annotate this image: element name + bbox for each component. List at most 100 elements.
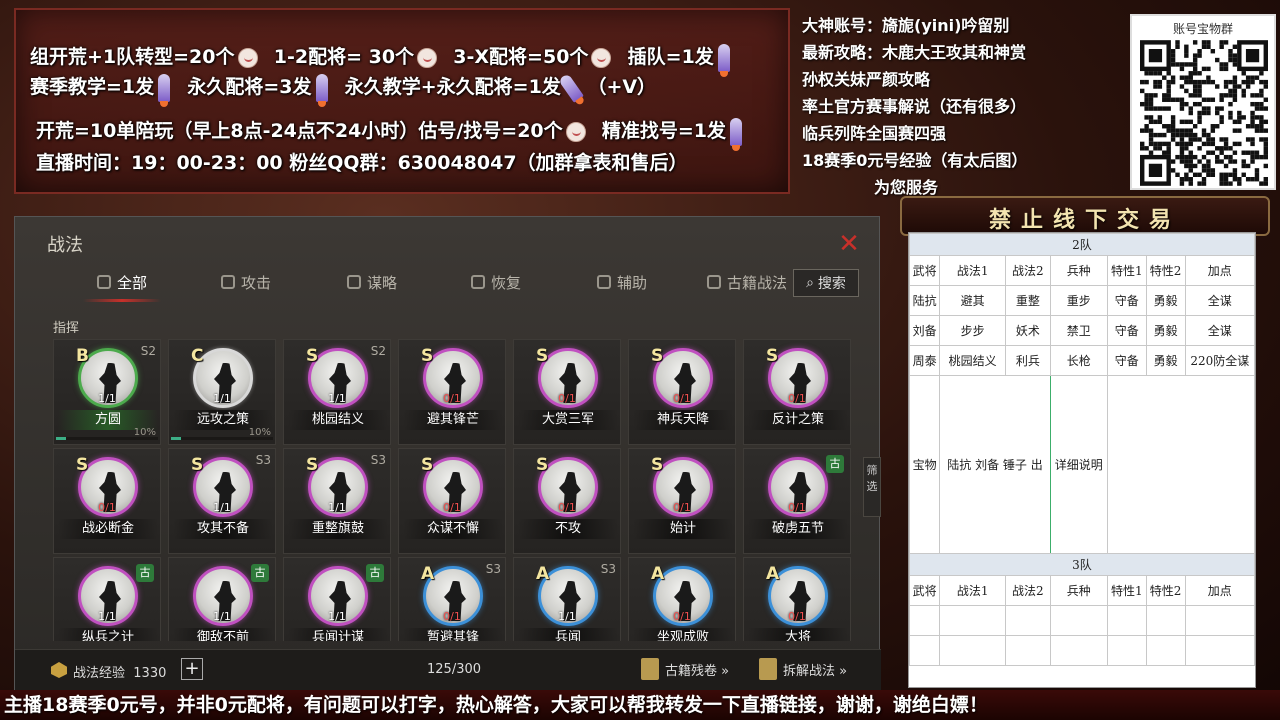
cell: 刘备 — [909, 315, 941, 346]
skill-card[interactable]: S 0/1 战必断金 — [53, 448, 161, 554]
emoji-icon — [237, 47, 258, 68]
skill-card[interactable]: S 0/1 不攻 — [513, 448, 621, 554]
info-line: 最新攻略：木鹿大王攻其和神赏 — [802, 43, 1027, 62]
skill-card[interactable]: A 0/1 坐观成败 — [628, 557, 736, 641]
skill-card[interactable]: S S3 1/1 攻其不备 — [168, 448, 276, 554]
cell: 避其 — [939, 285, 1007, 316]
cell — [909, 635, 941, 666]
cell: 全谋 — [1184, 315, 1255, 346]
header-cell: 兵种 — [1049, 255, 1108, 286]
promo-text: 1-2配将= 30个 — [273, 46, 415, 68]
skill-card[interactable]: S S2 1/1 桃园结义 — [283, 339, 391, 445]
ancient-scroll-link[interactable]: 古籍残卷 » — [641, 658, 729, 680]
support-icon — [597, 275, 611, 289]
cell — [1005, 635, 1051, 666]
skill-grade: S — [536, 455, 549, 475]
skill-card[interactable]: 古 1/1 御敌不前 — [168, 557, 276, 641]
exp-text: 战法经验 — [73, 666, 126, 681]
cell: 利兵 — [1005, 345, 1051, 376]
exp-icon — [51, 662, 67, 678]
cell: 妖术 — [1005, 315, 1051, 346]
skill-card[interactable]: S 0/1 众谋不懈 — [398, 448, 506, 554]
info-panel: 大神账号：旖旎(yini)吟留别 最新攻略：木鹿大王攻其和神赏 孙权关妹严颜攻略… — [796, 8, 1128, 197]
search-label: 搜索 — [817, 276, 846, 292]
skill-level: 0/1 — [443, 610, 461, 623]
skill-card[interactable]: S 0/1 神兵天降 — [628, 339, 736, 445]
tab-attack[interactable]: 攻击 — [221, 267, 271, 297]
skill-level: 0/1 — [788, 610, 806, 623]
tab-support[interactable]: 辅助 — [597, 267, 647, 297]
promo-line-3: 开荒=10单陪玩（早上8点-24点不24小时）估号/找号=20个 精准找号=1发 — [36, 116, 746, 151]
cell — [1145, 635, 1186, 666]
skill-level: 1/1 — [328, 501, 346, 514]
header-cell: 战法2 — [1005, 255, 1051, 286]
skill-grade: S — [536, 346, 549, 366]
filter-button[interactable]: 筛选 — [863, 457, 881, 517]
skill-card[interactable]: A S3 1/1 兵闻 — [513, 557, 621, 641]
tab-label: 谋略 — [367, 273, 398, 292]
tab-all[interactable]: 全部 — [82, 267, 162, 302]
tab-bar: 全部 攻击 谋略 恢复 辅助 古籍战法 — [45, 267, 861, 302]
promo-text: 开荒=10单陪玩（早上8点-24点不24小时）估号/找号=20个 — [36, 120, 563, 142]
skill-card[interactable]: A 0/1 大将 — [743, 557, 851, 641]
info-line: 孙权关妹严颜攻略 — [802, 70, 931, 89]
panel-footer: 战法经验 1330 + 125/300 古籍残卷 » 拆解战法 » — [15, 649, 881, 693]
skill-card[interactable]: S 0/1 始计 — [628, 448, 736, 554]
tab-label: 全部 — [117, 273, 148, 292]
promo-text: 插队=1发 — [627, 46, 714, 68]
skill-level: 0/1 — [673, 610, 691, 623]
swords-icon — [221, 275, 235, 289]
skill-card[interactable]: 古 0/1 破虏五节 — [743, 448, 851, 554]
skill-season: S2 — [140, 344, 156, 358]
skill-card[interactable]: 古 1/1 兵闻计谋 — [283, 557, 391, 641]
tab-ancient[interactable]: 古籍战法 — [707, 267, 787, 297]
cell: 全谋 — [1184, 285, 1255, 316]
skill-card[interactable]: C 1/1 远攻之策 10% — [168, 339, 276, 445]
cell: 守备 — [1106, 285, 1147, 316]
skill-level: 1/1 — [213, 392, 231, 405]
skill-card[interactable]: S 0/1 反计之策 — [743, 339, 851, 445]
link-label: 拆解战法 » — [783, 663, 848, 679]
heal-icon — [471, 275, 485, 289]
skill-card[interactable]: S 0/1 大赏三军 — [513, 339, 621, 445]
skill-level: 1/1 — [213, 501, 231, 514]
tab-strategy[interactable]: 谋略 — [347, 267, 397, 297]
skill-level: 1/1 — [98, 392, 116, 405]
skill-name: 大将 — [748, 628, 848, 641]
scrolling-ticker: 主播18赛季0元号，并非0元配将，有问题可以打字，热心解答，大家可以帮我转发一下… — [0, 690, 1280, 720]
skill-name: 反计之策 — [748, 410, 848, 430]
skill-level: 0/1 — [98, 501, 116, 514]
cell — [1049, 605, 1108, 636]
team-label: 3队 — [909, 553, 1255, 576]
tab-recovery[interactable]: 恢复 — [471, 267, 521, 297]
skill-card[interactable]: B S2 1/1 方圆 10% — [53, 339, 161, 445]
close-button[interactable]: ✕ — [837, 231, 861, 257]
skill-grade: S — [651, 346, 664, 366]
skill-name: 暂避其锋 — [403, 628, 503, 641]
promo-line-1: 组开荒+1队转型=20个 1-2配将= 30个 3-X配将=50个 插队=1发 — [30, 42, 734, 77]
skill-level: 0/1 — [673, 501, 691, 514]
skill-grade: A — [766, 564, 780, 584]
search-button[interactable]: ⌕ 搜索 — [793, 269, 859, 297]
cell: 守备 — [1106, 315, 1147, 346]
header-cell: 武将 — [909, 575, 941, 606]
qr-code-card: 账号宝物群 — [1130, 14, 1276, 190]
skill-progress-bar — [56, 437, 158, 440]
skill-level: 0/1 — [673, 392, 691, 405]
rocket-icon — [717, 43, 730, 77]
rocket-icon — [730, 117, 743, 151]
header-cell: 特性2 — [1145, 255, 1186, 286]
skill-card[interactable]: S S3 1/1 重整旗鼓 — [283, 448, 391, 554]
skill-grade: S — [421, 455, 434, 475]
cell: 陆抗 — [909, 285, 941, 316]
disassemble-link[interactable]: 拆解战法 » — [759, 658, 847, 680]
skill-card[interactable]: S 0/1 避其锋芒 — [398, 339, 506, 445]
skill-grade: A — [536, 564, 550, 584]
skill-level: 0/1 — [558, 392, 576, 405]
info-line: 率土官方赛事解说（还有很多） — [802, 97, 1027, 116]
skill-card[interactable]: 古 1/1 纵兵之计 — [53, 557, 161, 641]
cell: 守备 — [1106, 345, 1147, 376]
add-exp-button[interactable]: + — [181, 658, 203, 680]
cell — [939, 605, 1007, 636]
skill-card[interactable]: A S3 0/1 暂避其锋 — [398, 557, 506, 641]
